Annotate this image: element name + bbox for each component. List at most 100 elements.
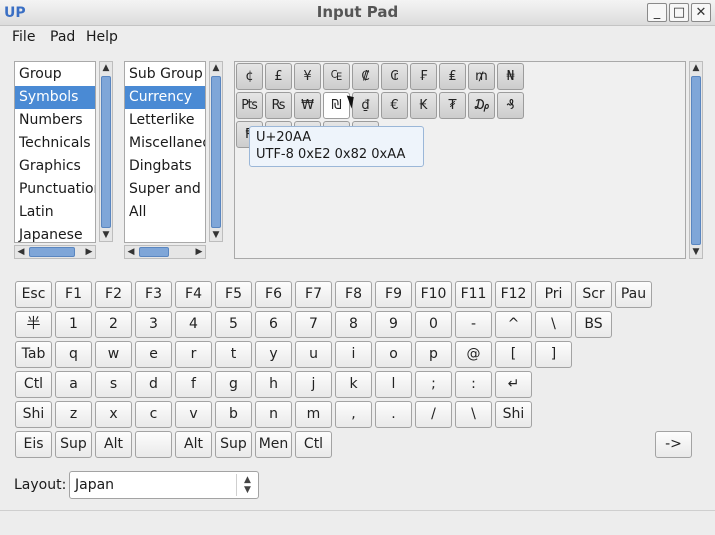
char-button[interactable]: ₮ [439,92,466,119]
key-2[interactable]: 2 [95,311,132,338]
key-space[interactable] [135,431,172,458]
key-b[interactable]: b [215,401,252,428]
key-shi[interactable]: Shi [495,401,532,428]
key-scr[interactable]: Scr [575,281,612,308]
key-g[interactable]: g [215,371,252,398]
scroll-up-icon[interactable]: ▲ [690,62,702,74]
key-symbol[interactable]: . [375,401,412,428]
key-0[interactable]: 0 [415,311,452,338]
key-s[interactable]: s [95,371,132,398]
key-symbol[interactable]: \ [455,401,492,428]
key-symbol[interactable]: , [335,401,372,428]
key-f7[interactable]: F7 [295,281,332,308]
scroll-up-icon[interactable]: ▲ [210,62,222,74]
char-button[interactable]: ₢ [381,63,408,90]
key-symbol[interactable]: ↵ [495,371,532,398]
key-symbol[interactable]: ^ [495,311,532,338]
key-f6[interactable]: F6 [255,281,292,308]
key-y[interactable]: y [255,341,292,368]
subgroup-list[interactable]: Sub Group Currency Letterlike Miscellane… [124,61,206,243]
char-button[interactable]: ₨ [265,92,292,119]
group-item-graphics[interactable]: Graphics [15,155,95,178]
char-button[interactable]: ₠ [323,63,350,90]
key-arrow-toggle[interactable]: -> [655,431,692,458]
key-e[interactable]: e [135,341,172,368]
key-l[interactable]: l [375,371,412,398]
maximize-button[interactable]: □ [669,3,689,22]
key-n[interactable]: n [255,401,292,428]
key-d[interactable]: d [135,371,172,398]
menu-help[interactable]: Help [86,29,118,45]
key-f10[interactable]: F10 [415,281,452,308]
key-f2[interactable]: F2 [95,281,132,308]
key-h[interactable]: h [255,371,292,398]
char-button[interactable]: ₣ [410,63,437,90]
char-button[interactable]: ₥ [468,63,495,90]
char-button[interactable]: ₭ [410,92,437,119]
char-button[interactable]: ₦ [497,63,524,90]
key-f9[interactable]: F9 [375,281,412,308]
key-8[interactable]: 8 [335,311,372,338]
menu-pad[interactable]: Pad [50,29,75,45]
subgroup-vscrollbar[interactable]: ▲ ▼ [209,61,223,242]
char-button[interactable]: ₰ [497,92,524,119]
group-item-technicals[interactable]: Technicals [15,132,95,155]
menu-file[interactable]: File [12,29,35,45]
key-f[interactable]: f [175,371,212,398]
char-button[interactable]: € [381,92,408,119]
subgroup-item-miscellaneous[interactable]: Miscellaneous [125,132,205,155]
scroll-thumb[interactable] [691,76,701,245]
key-f8[interactable]: F8 [335,281,372,308]
char-button[interactable]: ₯ [468,92,495,119]
key-4[interactable]: 4 [175,311,212,338]
key-u[interactable]: u [295,341,332,368]
key-pri[interactable]: Pri [535,281,572,308]
char-button[interactable]: £ [265,63,292,90]
key-bs[interactable]: BS [575,311,612,338]
key-k[interactable]: k [335,371,372,398]
subgroup-item-super-and-sub[interactable]: Super and Sub [125,178,205,201]
key-t[interactable]: t [215,341,252,368]
char-button[interactable]: ₡ [352,63,379,90]
subgroup-item-letterlike[interactable]: Letterlike [125,109,205,132]
close-button[interactable]: ✕ [691,3,711,22]
key-7[interactable]: 7 [295,311,332,338]
key-6[interactable]: 6 [255,311,292,338]
group-item-numbers[interactable]: Numbers [15,109,95,132]
subgroup-item-dingbats[interactable]: Dingbats [125,155,205,178]
key-sup[interactable]: Sup [215,431,252,458]
key-eis[interactable]: Eis [15,431,52,458]
char-button[interactable]: ₤ [439,63,466,90]
key-9[interactable]: 9 [375,311,412,338]
scroll-thumb[interactable] [101,76,111,228]
key-x[interactable]: x [95,401,132,428]
key-alt[interactable]: Alt [175,431,212,458]
group-vscrollbar[interactable]: ▲ ▼ [99,61,113,242]
group-item-punctuation[interactable]: Punctuation [15,178,95,201]
key-i[interactable]: i [335,341,372,368]
key-symbol[interactable]: / [415,401,452,428]
key-p[interactable]: p [415,341,452,368]
subgroup-item-currency[interactable]: Currency [125,86,205,109]
key-symbol[interactable]: 半 [15,311,52,338]
combo-updown-icon[interactable]: ▲ ▼ [236,474,258,496]
key-symbol[interactable]: ; [415,371,452,398]
key-q[interactable]: q [55,341,92,368]
key-symbol[interactable]: : [455,371,492,398]
char-button[interactable]: ₪ [323,92,350,119]
group-hscrollbar[interactable]: ◀ ▶ [14,245,96,259]
key-f1[interactable]: F1 [55,281,92,308]
key-ctl[interactable]: Ctl [15,371,52,398]
key-c[interactable]: c [135,401,172,428]
key-alt[interactable]: Alt [95,431,132,458]
key-f11[interactable]: F11 [455,281,492,308]
key-symbol[interactable]: [ [495,341,532,368]
scroll-down-icon[interactable]: ▼ [210,229,222,241]
scroll-thumb[interactable] [139,247,169,257]
scroll-down-icon[interactable]: ▼ [100,229,112,241]
layout-combobox[interactable]: Japan ▲ ▼ [69,471,259,499]
scroll-left-icon[interactable]: ◀ [15,246,27,258]
key-sup[interactable]: Sup [55,431,92,458]
chars-vscrollbar[interactable]: ▲ ▼ [689,61,703,259]
key-pau[interactable]: Pau [615,281,652,308]
